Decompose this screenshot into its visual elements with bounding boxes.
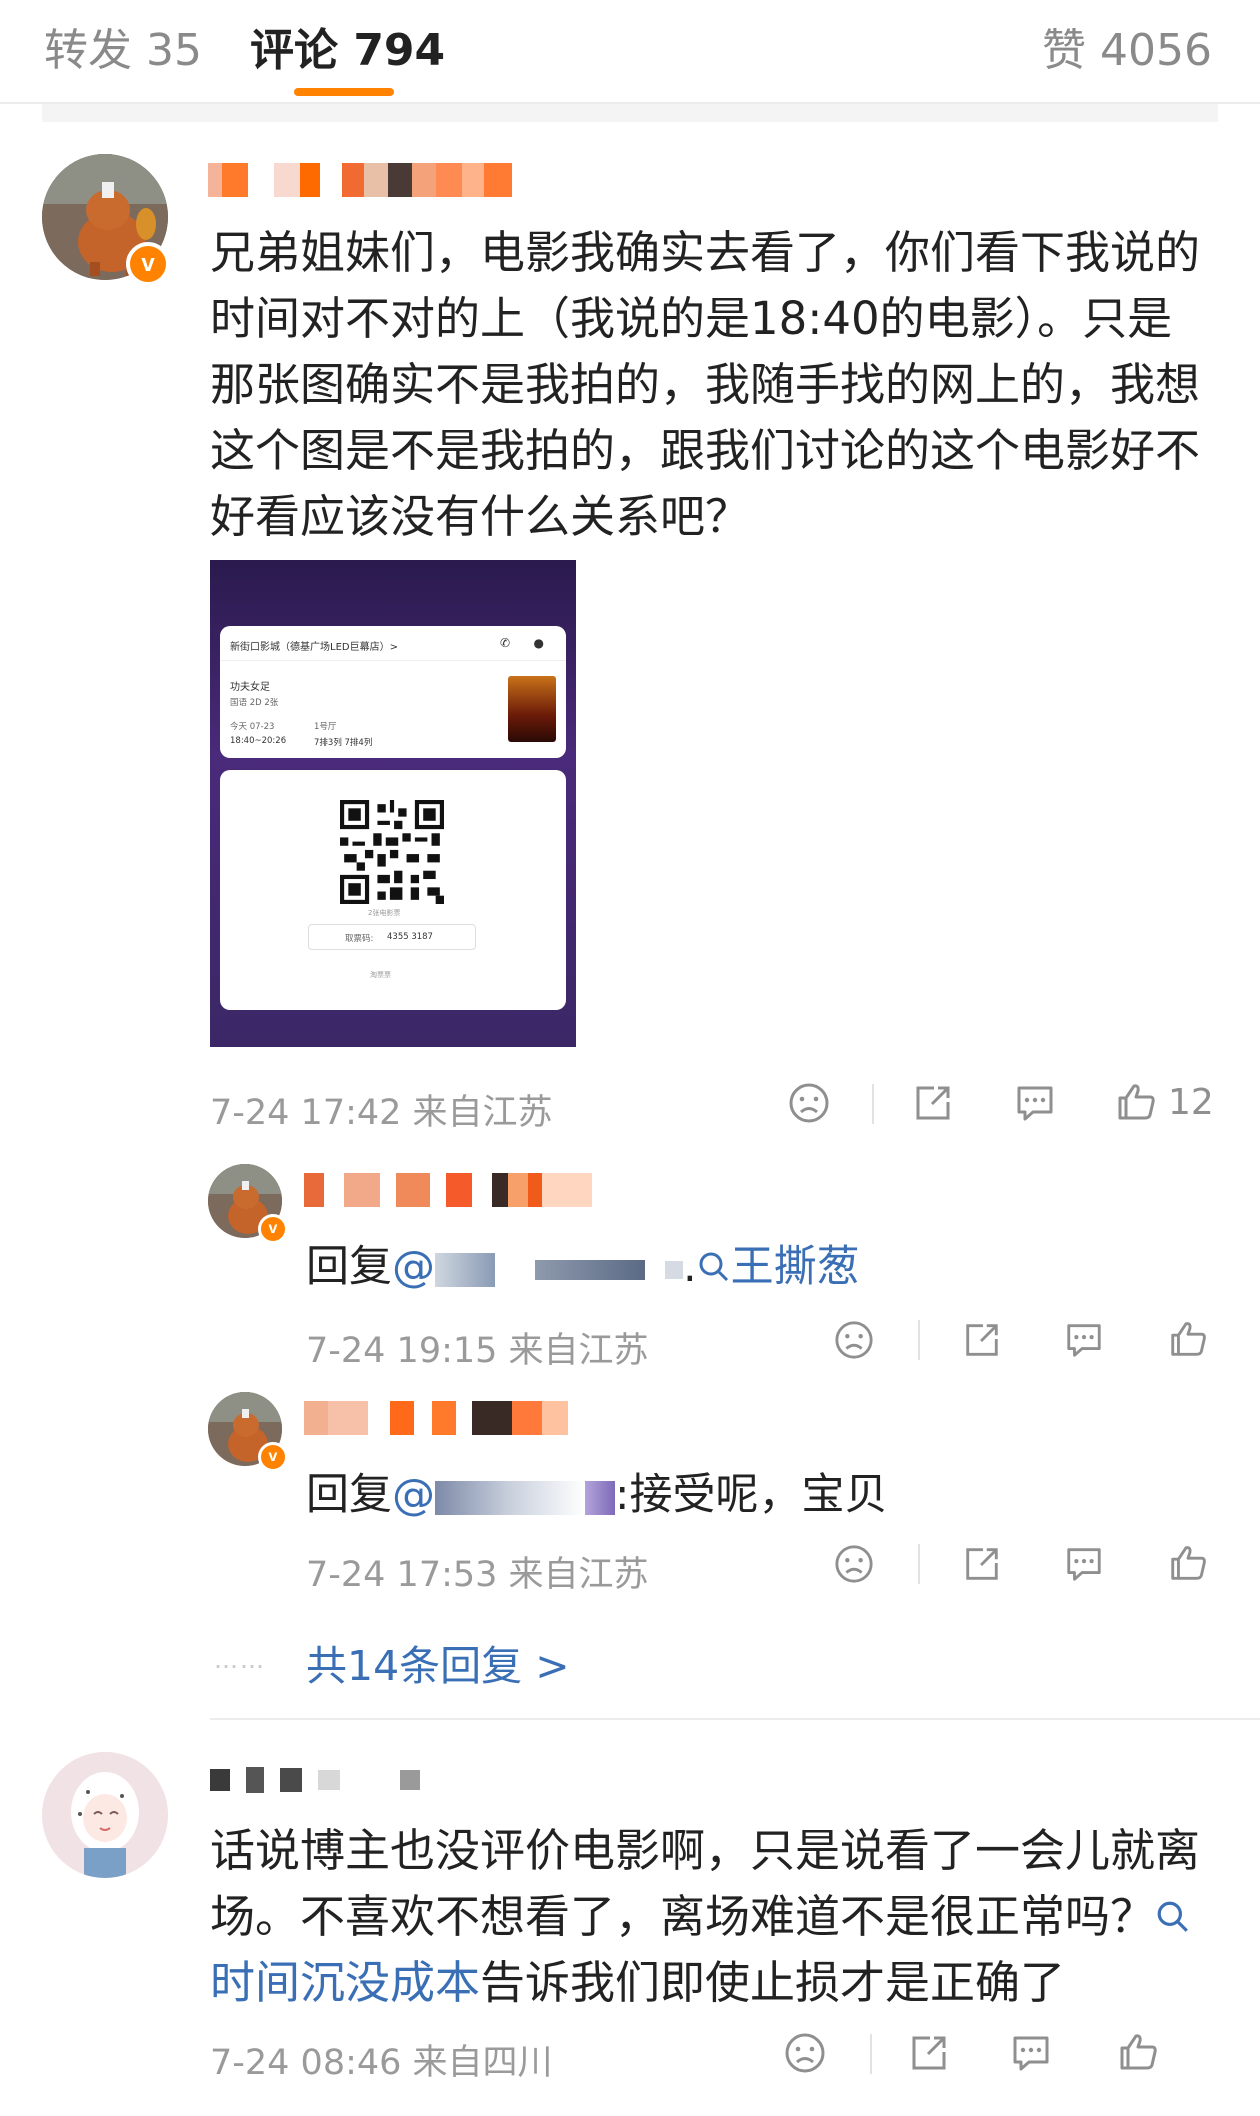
show-time: 18:40~20:26 — [230, 736, 287, 746]
tab-comment[interactable]: 评论 794 — [250, 14, 445, 78]
share-icon[interactable] — [960, 1318, 1004, 1362]
mention-blurred-3 — [665, 1260, 683, 1279]
comment-meta: 7-24 08:46 来自四川 — [210, 2043, 553, 2083]
comment-meta: 7-24 17:42 来自江苏 — [210, 1093, 553, 1133]
brand-label: 淘票票 — [370, 971, 391, 979]
reply-username-blurred[interactable] — [304, 1170, 592, 1210]
ticket-image[interactable]: 新街口影城（德基广场LED巨幕店）> ✆ ● 功夫女足 国语 2D 2张 今天 … — [210, 560, 576, 1047]
active-tab-indicator — [294, 88, 394, 96]
search-topic-link[interactable]: 王撕葱 — [697, 1242, 860, 1292]
search-icon — [1155, 1884, 1191, 1950]
comment-icon[interactable] — [1062, 1318, 1106, 1362]
phone-icon: ✆ — [499, 636, 510, 650]
mention-blurred-2 — [585, 1480, 615, 1515]
more-replies-dots: …… — [214, 1646, 266, 1674]
more-replies-link[interactable]: 共14条回复 > — [306, 1632, 570, 1692]
verified-icon: v — [126, 242, 170, 286]
mention-blurred — [435, 1480, 585, 1515]
qr-code — [340, 800, 444, 904]
pickup-code-box: 取票码: 4355 3187 — [308, 924, 476, 950]
like-icon[interactable] — [1166, 1316, 1210, 1362]
seats: 7排3列 7排4列 — [314, 738, 373, 748]
verified-icon: v — [258, 1214, 288, 1244]
action-separator — [918, 1320, 920, 1360]
action-separator — [918, 1544, 920, 1584]
comment-icon[interactable] — [1008, 2030, 1054, 2076]
tab-repost[interactable]: 转发 35 — [44, 14, 202, 78]
like-count: 12 — [1168, 1081, 1214, 1123]
comment-text: 兄弟姐妹们，电影我确实去看了，你们看下我说的时间对不对的上（我说的是18:40的… — [210, 226, 1201, 543]
ticket-info-card: 新街口影城（德基广场LED巨幕店）> ✆ ● 功夫女足 国语 2D 2张 今天 … — [220, 626, 566, 758]
share-icon[interactable] — [906, 2030, 952, 2076]
action-separator — [872, 1084, 874, 1124]
reply-text: 回复@. 王撕葱 — [306, 1238, 1206, 1296]
like-button[interactable]: 12 — [1114, 1078, 1214, 1126]
search-icon — [697, 1238, 731, 1296]
comment-text: 话说博主也没评价电影啊，只是说看了一会儿就离场。不喜欢不想看了，离场难道不是很正… — [210, 1824, 1201, 2009]
reply-text: 回复@:接受呢，宝贝 — [306, 1470, 888, 1520]
dislike-icon[interactable] — [786, 1080, 832, 1126]
pickup-code: 4355 3187 — [387, 932, 433, 942]
movie-title: 功夫女足 — [230, 682, 270, 693]
comment-icon[interactable] — [1062, 1542, 1106, 1586]
like-icon — [1114, 1080, 1158, 1124]
reply-meta: 7-24 19:15 来自江苏 — [306, 1331, 649, 1371]
comment-divider — [210, 1718, 1260, 1720]
action-separator — [870, 2034, 872, 2074]
mention-blurred — [435, 1252, 495, 1287]
username-blurred[interactable] — [208, 160, 512, 200]
pickup-code-label: 取票码: — [345, 934, 374, 944]
section-divider — [42, 104, 1218, 122]
show-date: 今天 07-23 — [230, 722, 275, 732]
ticket-qr-card: 2张电影票 取票码: 4355 3187 淘票票 — [220, 770, 566, 1010]
dislike-icon[interactable] — [782, 2030, 828, 2076]
reply-prefix: 回复 — [306, 1242, 392, 1292]
ticket-count: 2张电影票 — [368, 909, 401, 917]
mention-link[interactable]: @ — [392, 1242, 683, 1292]
comment-icon[interactable] — [1012, 1080, 1058, 1126]
like-icon[interactable] — [1114, 2028, 1162, 2076]
location-icon: ● — [533, 636, 544, 650]
reply-username-blurred[interactable] — [304, 1398, 568, 1438]
reply-prefix: 回复 — [306, 1470, 392, 1520]
movie-poster — [508, 676, 556, 742]
tab-bar: 转发 35 评论 794 赞 4056 — [0, 0, 1260, 104]
like-icon[interactable] — [1166, 1540, 1210, 1586]
dislike-icon[interactable] — [832, 1542, 876, 1586]
cinema-name: 新街口影城（德基广场LED巨幕店）> — [230, 642, 398, 653]
avatar[interactable] — [42, 1752, 168, 1878]
username-blurred[interactable] — [210, 1760, 420, 1800]
mention-blurred-2 — [535, 1259, 645, 1280]
reply-meta: 7-24 17:53 来自江苏 — [306, 1555, 649, 1595]
hall: 1号厅 — [314, 722, 337, 732]
tab-like[interactable]: 赞 4056 — [1042, 14, 1212, 78]
movie-format: 国语 2D 2张 — [230, 698, 279, 708]
share-icon[interactable] — [960, 1542, 1004, 1586]
verified-icon: v — [258, 1442, 288, 1472]
share-icon[interactable] — [910, 1080, 956, 1126]
dislike-icon[interactable] — [832, 1318, 876, 1362]
mention-link[interactable]: @ — [392, 1470, 615, 1520]
